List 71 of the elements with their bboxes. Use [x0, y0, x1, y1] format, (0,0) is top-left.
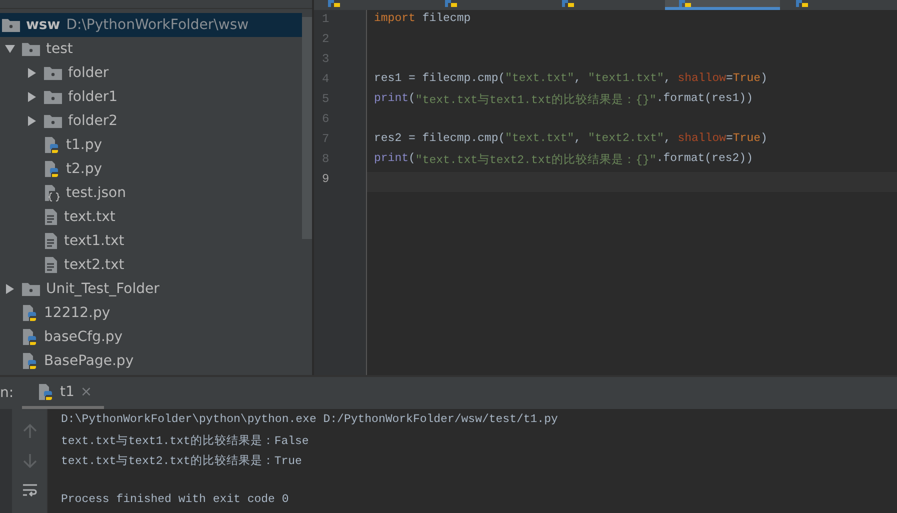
tree-item[interactable]: text1.txt	[0, 229, 302, 253]
tree-item[interactable]: BasePage.py	[0, 349, 302, 373]
tree-item[interactable]: t1.py	[0, 133, 302, 157]
console-line: Process finished with exit code 0	[61, 493, 290, 508]
console-line: text.txt与text2.txt的比较结果是：True	[61, 454, 303, 470]
tree-item[interactable]: t2.py	[0, 157, 302, 181]
tree-item[interactable]: test.json	[0, 181, 302, 205]
collapse-arrow-icon[interactable]	[4, 283, 16, 295]
soft-wrap-icon[interactable]	[22, 483, 38, 497]
tree-item-label: folder	[68, 65, 109, 81]
tree-item[interactable]: Unit_Test_Folder	[0, 277, 302, 301]
tree-item-label: test.json	[66, 185, 126, 201]
tree-item-label: t1.py	[66, 137, 102, 153]
tree-item[interactable]: folder	[0, 61, 302, 85]
collapse-arrow-icon[interactable]	[26, 115, 38, 127]
line-number: 9	[321, 172, 330, 188]
code-line: print("text.txt与text1.txt的比较结果是：{}".format(res1))	[373, 92, 754, 109]
tree-item-label: folder2	[68, 113, 118, 129]
editor-tab[interactable]	[665, 0, 780, 10]
folder-icon	[44, 66, 62, 80]
tree-item-label: test	[46, 41, 73, 57]
tree-item[interactable]: folder1	[0, 85, 302, 109]
scrollbar-thumb[interactable]	[302, 17, 312, 239]
collapse-arrow-icon[interactable]	[26, 67, 38, 79]
tree-item[interactable]: folder2	[0, 109, 302, 133]
text-file-icon	[44, 208, 58, 226]
text-file-icon	[44, 232, 58, 250]
tree-item[interactable]: text.txt	[0, 205, 302, 229]
python-icon	[562, 0, 574, 7]
tree-item[interactable]: wsw D:\PythonWorkFolder\wsw	[0, 13, 302, 37]
code-line: print("text.txt与text2.txt的比较结果是：{}".format(res2))	[373, 152, 754, 169]
tree-item-label: text.txt	[64, 209, 116, 225]
tree-item-label: text1.txt	[64, 233, 124, 249]
expand-arrow-icon[interactable]	[4, 43, 16, 55]
tree-item[interactable]: test	[0, 37, 302, 61]
panel-label: n:	[0, 385, 15, 401]
tree-item-label: wsw	[26, 17, 60, 33]
collapse-arrow-icon[interactable]	[26, 91, 38, 103]
folder-icon	[44, 114, 62, 128]
tree-item[interactable]: text2.txt	[0, 253, 302, 277]
tree-item-label: BasePage.py	[44, 353, 134, 369]
python-file-icon	[22, 352, 38, 370]
python-icon	[38, 382, 54, 400]
folder-icon	[22, 42, 40, 56]
code-line: res2 = filecmp.cmp("text.txt", "text2.txt", shallow=True)	[373, 132, 768, 147]
tree-item-label: baseCfg.py	[44, 329, 123, 345]
tree-item-label: Unit_Test_Folder	[46, 281, 160, 297]
folder-path: D:\PythonWorkFolder\wsw	[66, 17, 249, 33]
text-file-icon	[44, 256, 58, 274]
python-icon	[796, 0, 808, 7]
python-file-icon	[44, 160, 60, 178]
python-file-icon	[44, 136, 60, 154]
python-icon	[445, 0, 457, 7]
tree-item-label: text2.txt	[64, 257, 124, 273]
tree-item[interactable]: 12212.py	[0, 301, 302, 325]
folder-icon	[22, 282, 40, 296]
tree-item-label: folder1	[68, 89, 118, 105]
python-file-icon	[22, 304, 38, 322]
folder-icon	[2, 18, 20, 32]
python-file-icon	[22, 328, 38, 346]
python-icon	[679, 0, 691, 7]
code-line: import filecmp	[373, 12, 472, 27]
json-file-icon	[44, 184, 60, 202]
tree-item[interactable]: baseCfg.py	[0, 325, 302, 349]
console-line: text.txt与text1.txt的比较结果是：False	[61, 434, 310, 450]
console-line: D:\PythonWorkFolder\python\python.exe D:/PythonWorkFolder/wsw/test/t1.py	[61, 413, 558, 428]
tree-item-label: 12212.py	[44, 305, 110, 321]
python-icon	[328, 0, 340, 7]
folder-icon	[44, 90, 62, 104]
code-line: res1 = filecmp.cmp("text.txt", "text1.txt", shallow=True)	[373, 72, 768, 87]
tree-item-label: t2.py	[66, 161, 102, 177]
